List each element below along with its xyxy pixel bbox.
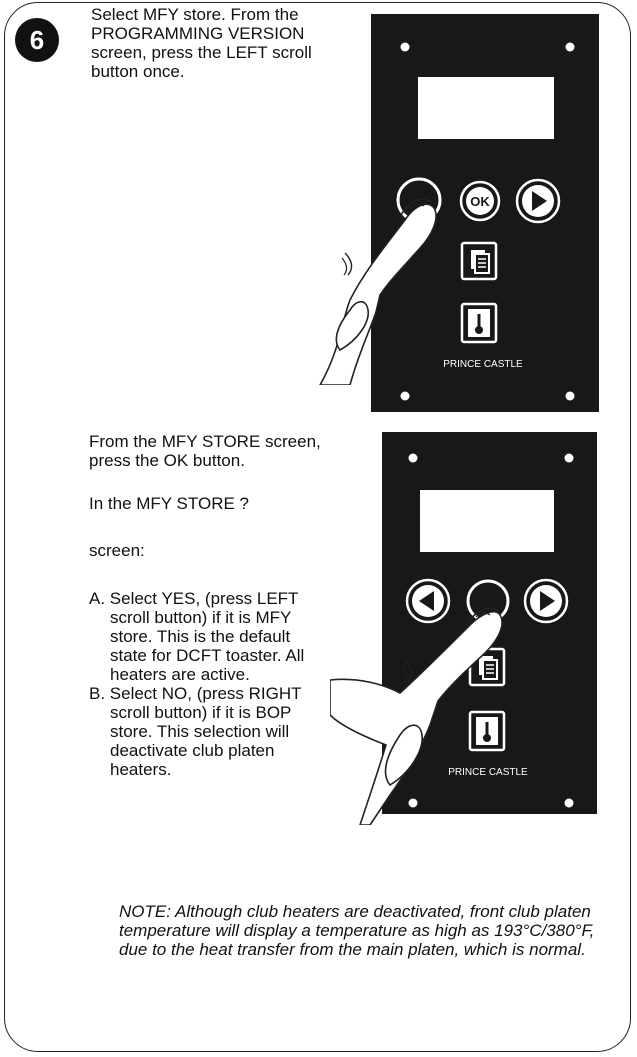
thermometer-icon (468, 309, 490, 337)
screw-icon (564, 798, 574, 808)
display-screen (418, 77, 554, 139)
screw-icon (400, 391, 410, 401)
step-number-badge: 6 (15, 18, 59, 62)
screw-icon (564, 453, 574, 463)
svg-text:OK: OK (470, 194, 490, 209)
ok-button[interactable]: OK (459, 180, 501, 222)
screw-icon (565, 42, 575, 52)
option-no: B. Select NO, (press RIGHT scroll button… (89, 684, 302, 779)
mfy-store-prompt: In the MFY STORE ? (89, 494, 249, 513)
brand-label: PRINCE CASTLE (443, 359, 523, 370)
option-yes: A. Select YES, (press LEFT scroll button… (89, 589, 305, 684)
screw-icon (565, 391, 575, 401)
screen-label: screen: (89, 541, 145, 560)
section2-instruction: From the MFY STORE screen, press the OK … (89, 432, 321, 470)
hand-pointing-left-button-1 (319, 198, 437, 385)
right-scroll-button[interactable] (523, 578, 569, 624)
display-screen (420, 490, 554, 552)
screw-icon (408, 453, 418, 463)
screw-icon (400, 42, 410, 52)
hand-pointing-ok-button-2 (330, 607, 503, 825)
options-list: A. Select YES, (press LEFT scroll button… (89, 589, 319, 779)
section1-instruction: Select MFY store. From the PROGRAMMING V… (91, 5, 312, 81)
note-text: NOTE: Although club heaters are deactiva… (119, 902, 595, 959)
right-scroll-button[interactable] (515, 178, 561, 224)
